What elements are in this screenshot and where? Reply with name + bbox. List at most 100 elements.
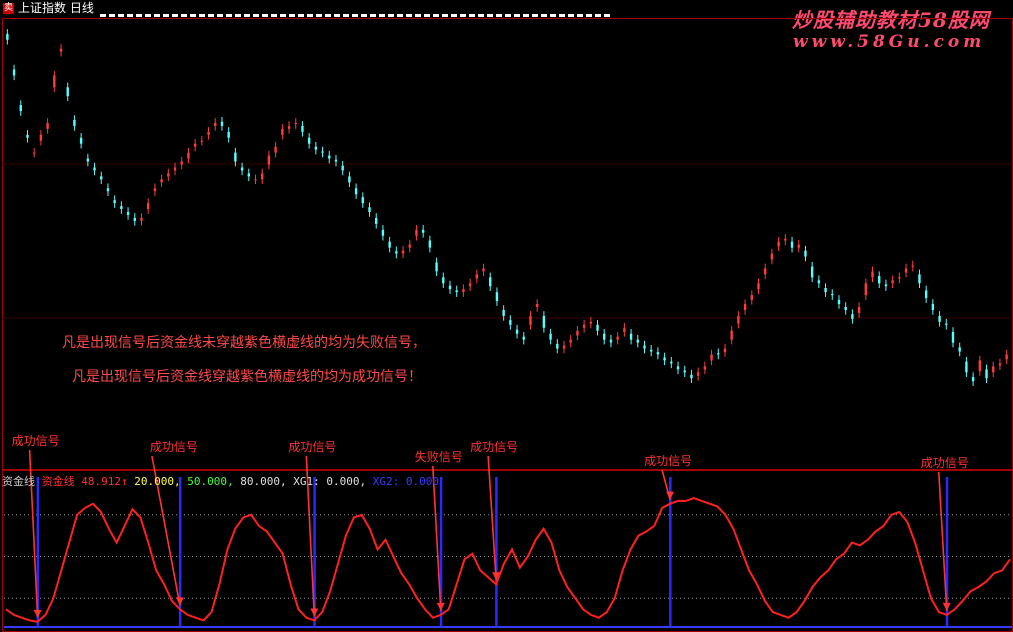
candle-body <box>334 159 338 162</box>
candle-body <box>998 363 1002 366</box>
candle-body <box>200 140 204 142</box>
candle-body <box>254 179 257 181</box>
candle-body <box>395 251 398 254</box>
candle-body <box>126 212 130 215</box>
candle-body <box>703 366 707 370</box>
candle-body <box>448 285 452 290</box>
candle-body <box>348 176 351 183</box>
candle-body <box>314 146 318 150</box>
candle-body <box>66 87 69 97</box>
candle-body <box>757 283 760 290</box>
candle-body <box>764 268 767 275</box>
candle-body <box>187 152 190 159</box>
signal-arrowhead <box>666 491 675 500</box>
candle-body <box>301 125 304 132</box>
candle-body <box>455 290 458 293</box>
candle-body <box>562 345 566 349</box>
candle-body <box>73 119 76 126</box>
candle-body <box>690 374 693 379</box>
candle-body <box>133 217 136 221</box>
candle-body <box>529 315 532 325</box>
candle-body <box>582 324 586 328</box>
candle-body <box>965 361 968 373</box>
candle-body <box>918 274 921 284</box>
candle-body <box>442 277 445 284</box>
signal-label: 成功信号 <box>149 440 198 454</box>
candle-body <box>39 134 43 141</box>
candle-body <box>589 321 593 324</box>
candle-body <box>19 105 22 112</box>
candle-body <box>435 262 438 272</box>
candle-body <box>609 339 613 343</box>
note-success: 凡是出现信号后资金线穿越紫色横虚线的均为成功信号！ <box>72 369 422 385</box>
candle-body <box>401 250 405 254</box>
signal-label: 成功信号 <box>644 454 693 468</box>
candle-body <box>824 288 827 293</box>
candle-body <box>891 280 894 284</box>
candle-body <box>656 352 660 355</box>
signal-arrow <box>487 455 497 581</box>
candle-body <box>951 331 955 343</box>
xg2-value: 0.000 <box>405 475 439 488</box>
chart-canvas <box>2 29 1013 628</box>
candle-body <box>375 217 378 224</box>
candle-body <box>153 188 157 192</box>
candle-body <box>160 179 163 183</box>
candle-body <box>696 372 700 376</box>
candle-body <box>629 333 633 340</box>
candle-body <box>489 277 492 287</box>
candle-body <box>220 121 224 126</box>
candle-body <box>784 238 787 241</box>
candle-body <box>898 277 901 279</box>
candle-body <box>79 137 83 144</box>
signal-arrowhead <box>175 597 184 606</box>
candle-body <box>46 122 49 129</box>
candle-body <box>770 253 774 260</box>
signal-bar <box>495 477 498 626</box>
xg2-label: XG2: <box>372 475 400 488</box>
candle-body <box>737 315 740 324</box>
candle-body <box>985 369 988 379</box>
candle-body <box>341 165 344 171</box>
xg1-value: 0.000, <box>326 475 367 488</box>
candle-body <box>623 327 626 332</box>
candle-body <box>884 284 888 287</box>
candle-body <box>710 354 713 361</box>
candle-body <box>146 203 150 210</box>
candle-body <box>193 143 197 147</box>
candle-body <box>670 361 673 364</box>
candle-body <box>931 304 935 310</box>
chart-window: 卖 上证指数 日线 炒股辅助教材58股网 www.58Gu.com 凡是出现信号… <box>0 0 1013 632</box>
candle-body <box>328 155 331 159</box>
candle-body <box>307 137 311 144</box>
candle-body <box>462 289 465 293</box>
signal-label: 成功信号 <box>920 456 969 470</box>
candle-body <box>810 266 814 278</box>
candle-body <box>59 48 63 52</box>
candle-body <box>408 244 411 248</box>
candle-body <box>542 315 546 328</box>
level-20: 20.000, <box>134 475 181 488</box>
candle-body <box>180 161 183 165</box>
candle-body <box>509 320 512 325</box>
panel-name: 资金线 <box>2 475 35 488</box>
signal-label: 失败信号 <box>414 450 463 464</box>
candle-body <box>743 304 747 310</box>
candle-body <box>945 323 948 325</box>
candle-body <box>502 309 505 316</box>
candle-body <box>368 207 371 212</box>
candle-body <box>167 173 170 177</box>
series-name: 资金线 <box>41 475 75 488</box>
level-50: 50.000, <box>187 475 234 488</box>
candle-body <box>958 347 961 352</box>
candle-body <box>106 188 110 192</box>
candle-body <box>603 333 606 340</box>
xg1-label: XG1: <box>293 475 320 488</box>
candle-body <box>596 324 599 331</box>
candle-body <box>878 276 881 284</box>
candle-body <box>388 241 391 248</box>
candle-body <box>804 250 807 257</box>
indicator-header: 资金线 资金线 48.912↑ 20.000, 50.000, 80.000, … <box>2 473 439 489</box>
candle-body <box>294 122 297 125</box>
candle-body <box>234 152 237 162</box>
